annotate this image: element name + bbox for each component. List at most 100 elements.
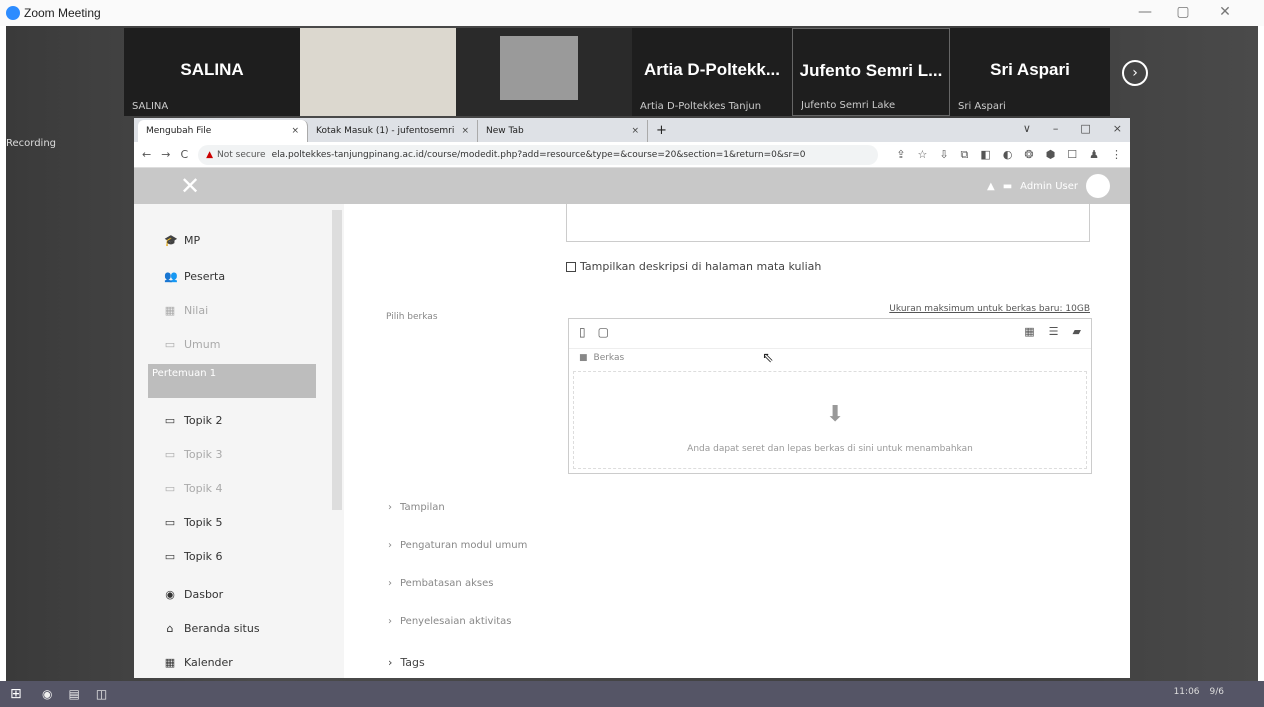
tab-label: New Tab xyxy=(486,126,524,136)
section-label: Pengaturan modul umum xyxy=(400,540,528,551)
taskbar: ⊞ ◉ ▤ ◫ 11:06 9/6 xyxy=(0,681,1264,707)
task-view-icon[interactable]: ▤ xyxy=(68,687,79,701)
folder-icon: ▭ xyxy=(164,516,176,529)
show-description-checkbox[interactable]: Tampilkan deskripsi di halaman mata kuli… xyxy=(566,260,821,273)
section-label: Penyelesaian aktivitas xyxy=(400,616,512,627)
participant-video-tile[interactable] xyxy=(300,28,456,116)
extension-icon[interactable]: ⧉ xyxy=(961,148,969,162)
sidebar-item-pertemuan-1[interactable]: Pertemuan 1 xyxy=(148,364,316,398)
window-title: Zoom Meeting xyxy=(24,6,101,20)
browser-minimize-button[interactable]: – xyxy=(1053,122,1059,135)
tab-mengubah-file[interactable]: Mengubah File × xyxy=(138,120,308,142)
participant-name: Jufento Semri L... xyxy=(799,61,943,80)
warning-icon: ▲ xyxy=(206,149,214,160)
download-icon[interactable]: ⇩ xyxy=(939,148,948,162)
tab-kotak-masuk[interactable]: Kotak Masuk (1) - jufentosemri × xyxy=(308,120,478,142)
tree-view-icon[interactable]: ▰ xyxy=(1073,325,1081,338)
maximize-button[interactable]: ▢ xyxy=(1168,4,1198,20)
sidebar-item-label: Kalender xyxy=(184,656,233,669)
new-tab-button[interactable]: + xyxy=(648,120,675,142)
participant-label: Artia D-Poltekkes Tanjun xyxy=(640,101,762,112)
sidebar-item-topik-3[interactable]: ▭ Topik 3 xyxy=(164,448,223,461)
menu-icon[interactable]: ⋮ xyxy=(1111,148,1122,162)
sidebar-item-topik-4[interactable]: ▭ Topik 4 xyxy=(164,482,223,495)
bookmark-star-icon[interactable]: ☆ xyxy=(917,148,927,162)
sidebar-item-topik-2[interactable]: ▭ Topik 2 xyxy=(164,414,223,427)
sidebar-item-peserta[interactable]: 👥 Peserta xyxy=(164,270,225,283)
close-button[interactable]: ✕ xyxy=(1210,4,1240,20)
next-page-button[interactable]: › xyxy=(1122,60,1148,86)
participant-video-icon xyxy=(500,36,578,100)
tab-search-icon[interactable]: ∨ xyxy=(1023,122,1031,135)
user-menu[interactable]: ▲ ▬ Admin User xyxy=(987,174,1110,198)
description-textarea[interactable] xyxy=(566,204,1090,242)
search-icon[interactable]: ◉ xyxy=(42,687,52,701)
tab-close-icon[interactable]: × xyxy=(461,126,469,136)
list-view-icon[interactable]: ☰ xyxy=(1049,325,1059,338)
security-label: Not secure xyxy=(217,149,266,160)
sidebar-item-umum[interactable]: ▭ Umum xyxy=(164,338,221,351)
add-file-icon[interactable]: ▯ xyxy=(579,325,586,339)
participant-video-tile[interactable] xyxy=(456,28,632,116)
minimize-button[interactable]: — xyxy=(1130,4,1160,20)
section-pembatasan-akses[interactable]: › Pembatasan akses xyxy=(388,578,493,589)
folder-icon: ▭ xyxy=(164,338,176,351)
section-tampilan[interactable]: › Tampilan xyxy=(388,502,445,513)
extension-icon[interactable]: ❂ xyxy=(1024,148,1033,162)
browser-window-controls: ∨ – □ × xyxy=(1023,122,1122,135)
section-penyelesaian-aktivitas[interactable]: › Penyelesaian aktivitas xyxy=(388,616,512,627)
participant-tile[interactable]: Sri Aspari Sri Aspari xyxy=(950,28,1110,116)
drop-zone[interactable]: ⬇ Anda dapat seret dan lepas berkas di s… xyxy=(573,371,1087,469)
sidebar-item-dasbor[interactable]: ◉ Dasbor xyxy=(164,588,223,601)
browser-maximize-button[interactable]: □ xyxy=(1080,122,1090,135)
checkbox-icon[interactable] xyxy=(566,261,576,272)
sidebar-item-kalender[interactable]: ▦ Kalender xyxy=(164,656,233,669)
participant-tile[interactable]: Jufento Semri L... Jufento Semri Lake xyxy=(792,28,950,116)
section-label: Tampilan xyxy=(400,502,445,513)
tab-close-icon[interactable]: × xyxy=(291,126,299,136)
create-folder-icon[interactable]: ▢ xyxy=(598,325,609,339)
forward-button[interactable]: → xyxy=(161,148,170,161)
app-icon[interactable]: ◫ xyxy=(96,687,107,701)
extensions-puzzle-icon[interactable]: ⬢ xyxy=(1046,148,1056,162)
users-icon: 👥 xyxy=(164,270,178,283)
profile-icon[interactable]: ♟ xyxy=(1089,148,1099,162)
share-icon[interactable]: ⇪ xyxy=(896,148,905,162)
sidebar-item-topik-5[interactable]: ▭ Topik 5 xyxy=(164,516,223,529)
folder-label: Berkas xyxy=(593,353,625,363)
tab-new-tab[interactable]: New Tab × xyxy=(478,120,648,142)
start-button[interactable]: ⊞ xyxy=(10,686,26,702)
sidebar-item-topik-6[interactable]: ▭ Topik 6 xyxy=(164,550,223,563)
clock-date[interactable]: 9/6 xyxy=(1210,687,1224,697)
extension-icon[interactable]: ◧ xyxy=(980,148,990,162)
calendar-icon: ▦ xyxy=(164,656,176,669)
file-field-label: Pilih berkas xyxy=(386,312,438,322)
close-drawer-icon[interactable]: ✕ xyxy=(180,172,200,200)
browser-close-button[interactable]: × xyxy=(1113,122,1122,135)
icon-view-icon[interactable]: ▦ xyxy=(1024,325,1034,338)
message-icon[interactable]: ▬ xyxy=(1003,181,1012,192)
avatar[interactable] xyxy=(1086,174,1110,198)
sidebar-item-beranda-situs[interactable]: ⌂ Beranda situs xyxy=(164,622,260,635)
section-pengaturan-modul-umum[interactable]: › Pengaturan modul umum xyxy=(388,540,527,551)
notification-icon[interactable]: ▲ xyxy=(987,181,995,192)
sidebar-scrollbar[interactable] xyxy=(332,210,342,510)
address-bar[interactable]: ▲ Not secure ela.poltekkes-tanjungpinang… xyxy=(198,144,879,165)
reload-button[interactable]: C xyxy=(180,148,188,161)
sidebar-item-nilai[interactable]: ▦ Nilai xyxy=(164,304,208,317)
file-picker-path[interactable]: ■ Berkas xyxy=(579,353,624,363)
mouse-cursor-icon: ⇖ xyxy=(762,350,774,366)
sidebar-item-label: Topik 3 xyxy=(184,448,223,461)
participant-tile[interactable]: Artia D-Poltekk... Artia D-Poltekkes Tan… xyxy=(632,28,792,116)
clock-time[interactable]: 11:06 xyxy=(1174,687,1200,697)
sidepanel-icon[interactable]: ☐ xyxy=(1067,148,1077,162)
graduation-cap-icon: 🎓 xyxy=(164,234,178,247)
participant-gallery: SALINA SALINA Artia D-Poltekk... Artia D… xyxy=(6,26,1258,118)
sidebar-item-mp[interactable]: 🎓 MP xyxy=(164,234,200,247)
participant-tile[interactable]: SALINA SALINA xyxy=(124,28,300,116)
tab-close-icon[interactable]: × xyxy=(631,126,639,136)
back-button[interactable]: ← xyxy=(142,148,151,161)
section-tags[interactable]: › Tags xyxy=(388,656,425,669)
system-tray: 11:06 9/6 xyxy=(1174,687,1224,697)
extension-icon[interactable]: ◐ xyxy=(1003,148,1013,162)
